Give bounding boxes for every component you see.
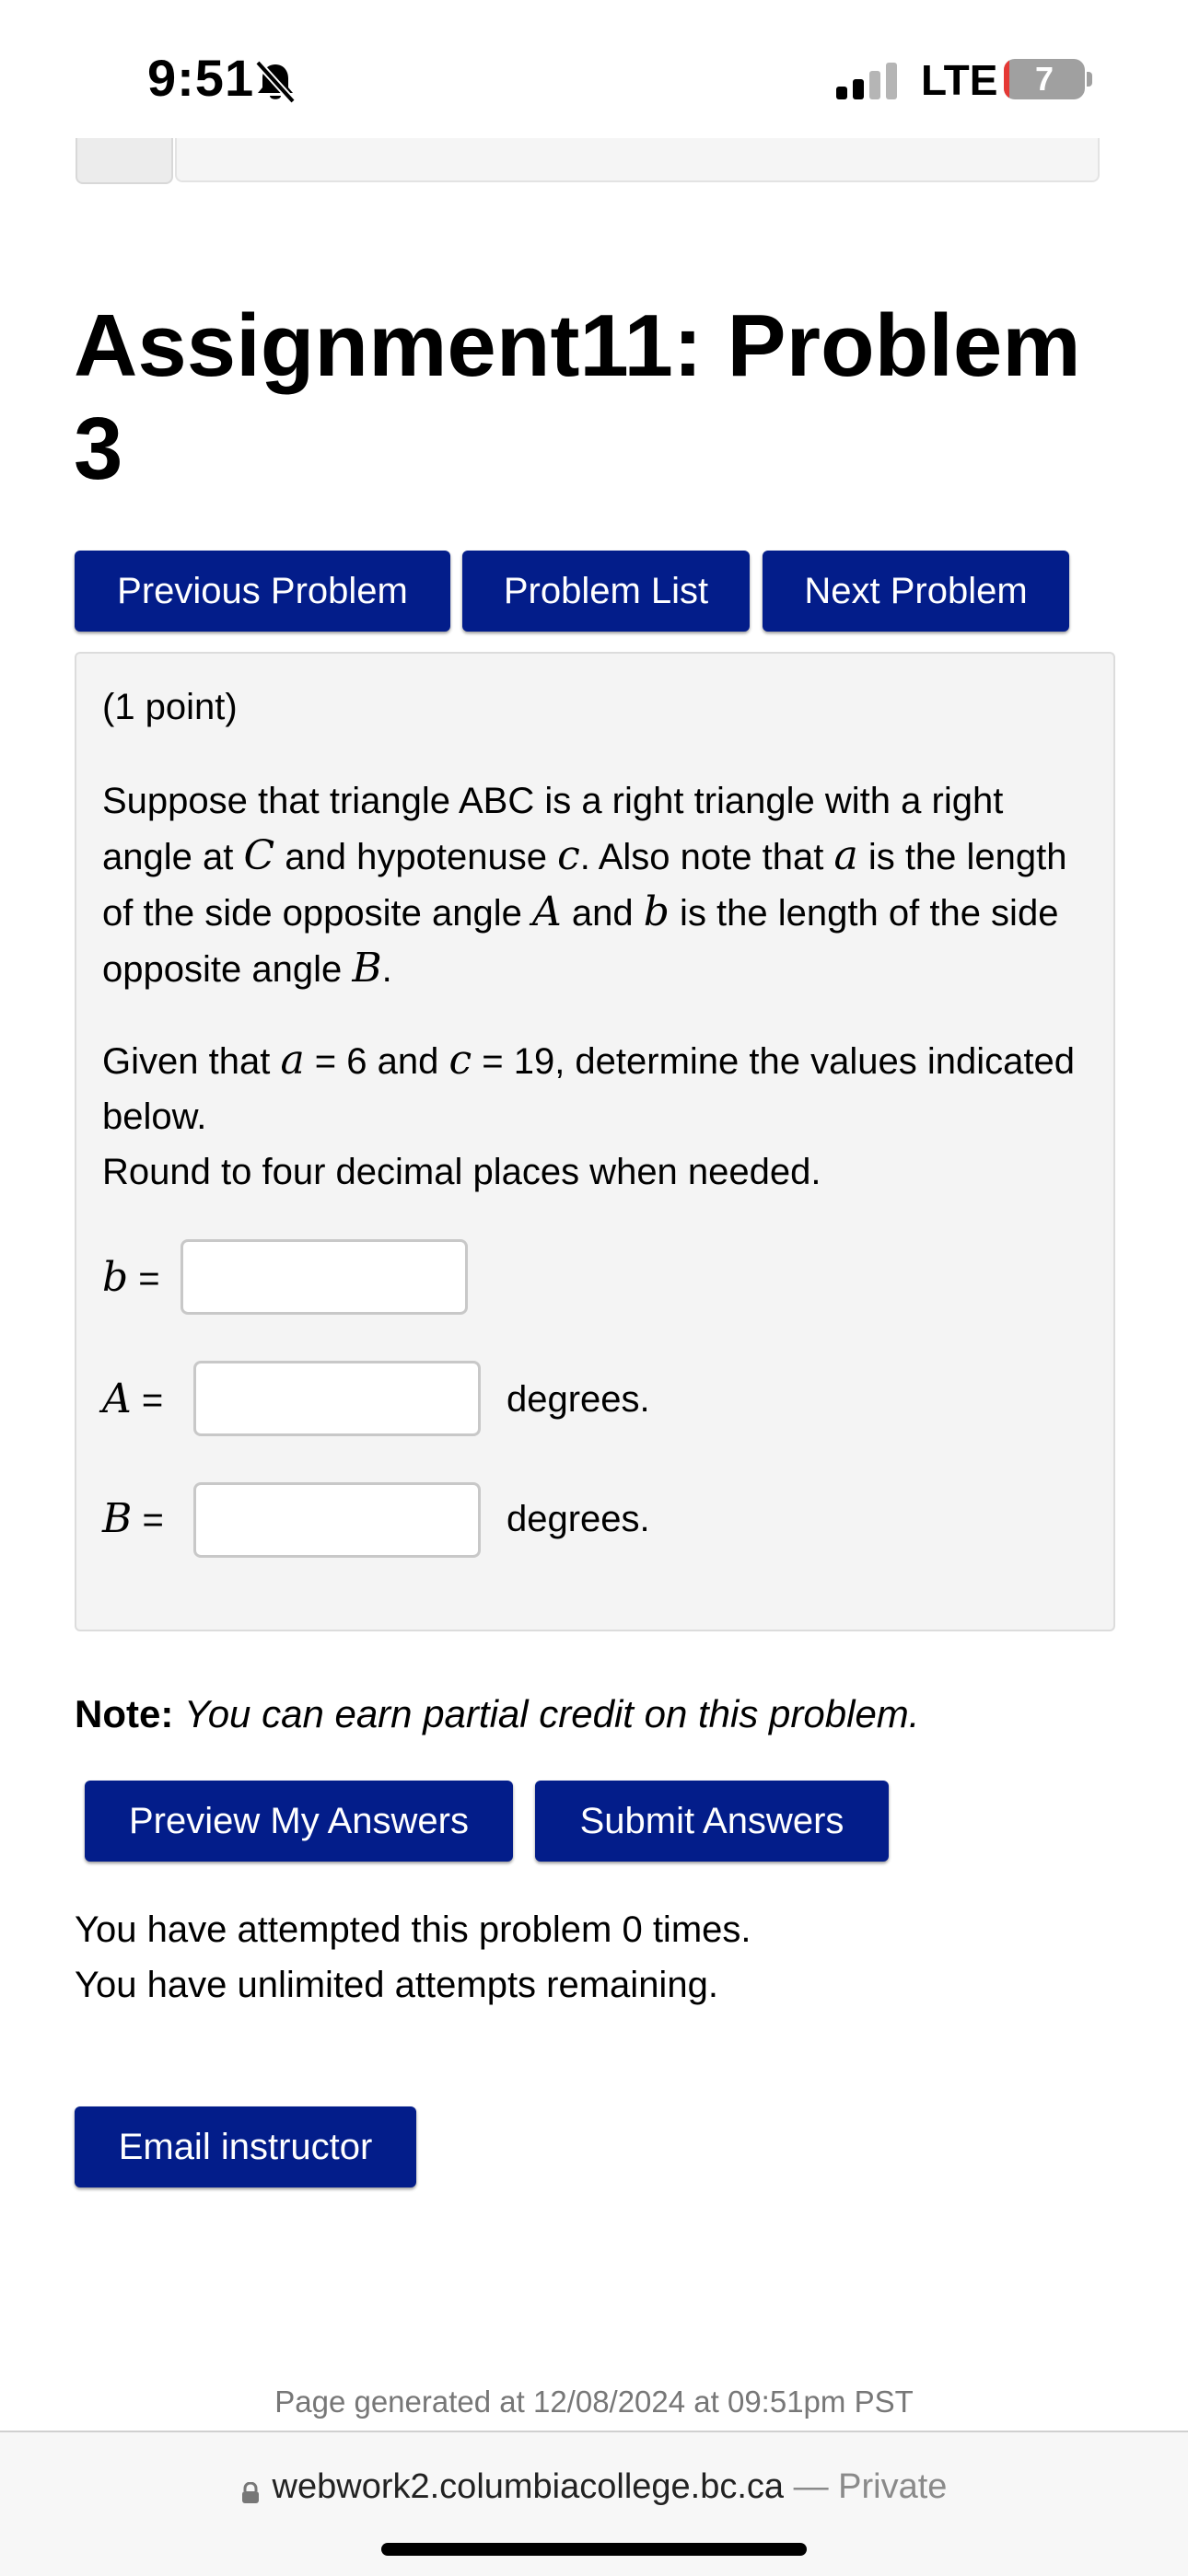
previous-problem-button[interactable]: Previous Problem [75,551,450,632]
bell-slash-icon [250,59,300,105]
statement-text: and [561,893,644,934]
math-var: c [448,1037,472,1084]
next-problem-button[interactable]: Next Problem [763,551,1069,632]
answer-B-unit: degrees. [507,1499,650,1539]
problem-given: Given that a = 6 and c = 19, determine t… [102,1033,1078,1200]
answer-label-b: b = [102,1250,160,1306]
statement-text: . Also note that [579,837,834,877]
note-label: Note: [75,1692,174,1735]
given-text: = 6 and [304,1041,449,1082]
math-var: b [643,888,670,935]
page-generated-timestamp: Page generated at 12/08/2024 at 09:51pm … [274,2385,914,2419]
round-instruction: Round to four decimal places when needed… [102,1152,821,1192]
equals-sign: = [128,1259,160,1299]
equals-sign: = [131,1380,164,1421]
lock-icon [241,2474,260,2503]
battery-level: 7 [1034,60,1054,98]
attempts-count: You have attempted this problem 0 times. [75,1909,751,1950]
page-title: Assignment11: Problem 3 [74,296,1081,498]
answer-label-B: B = [102,1491,164,1548]
preview-answers-button[interactable]: Preview My Answers [85,1781,513,1862]
status-bar: 9:51 LTE 7 [0,0,1188,157]
problem-points: (1 point) [102,687,238,727]
statement-text: and hypotenuse [274,837,558,877]
status-time: 9:51 [147,49,255,107]
partial-credit-note: Note: You can earn partial credit on thi… [75,1687,919,1742]
note-text: You can earn partial credit on this prob… [184,1692,920,1735]
signal-icon [836,61,899,99]
problem-statement: Suppose that triangle ABC is a right tri… [102,773,1078,997]
network-type: LTE [921,56,998,104]
email-instructor-button[interactable]: Email instructor [75,2106,416,2187]
url-domain: webwork2.columbiacollege.bc.ca [272,2467,785,2506]
math-var: A [532,888,562,935]
private-label: — Private [784,2467,948,2506]
equals-sign: = [132,1500,164,1540]
header-remnant-button[interactable] [76,138,173,184]
math-var: a [280,1037,305,1084]
answer-b-input[interactable] [181,1239,468,1315]
math-var: a [833,832,858,879]
submit-answers-button[interactable]: Submit Answers [535,1781,889,1862]
browser-address-bar[interactable]: webwork2.columbiacollege.bc.ca — Private [0,2431,1188,2576]
math-var: c [557,832,580,879]
battery-tip [1087,72,1092,87]
given-text: Given that [102,1041,281,1082]
math-var: A [102,1375,132,1422]
math-var: B [352,945,382,992]
url-row[interactable]: webwork2.columbiacollege.bc.ca — Private [0,2467,1188,2507]
answer-A-input[interactable] [193,1361,481,1436]
home-indicator[interactable] [381,2543,807,2556]
problem-list-button[interactable]: Problem List [462,551,750,632]
answer-label-A: A = [102,1372,163,1428]
attempts-remaining: You have unlimited attempts remaining. [75,1965,718,2005]
math-var: b [102,1254,129,1301]
statement-text: . [381,949,392,990]
answer-A-unit: degrees. [507,1379,650,1420]
math-var: B [102,1495,133,1542]
answer-B-input[interactable] [193,1482,481,1558]
header-remnant-bar [175,138,1100,182]
math-var: C [243,832,275,879]
battery-icon: 7 [1004,59,1085,99]
